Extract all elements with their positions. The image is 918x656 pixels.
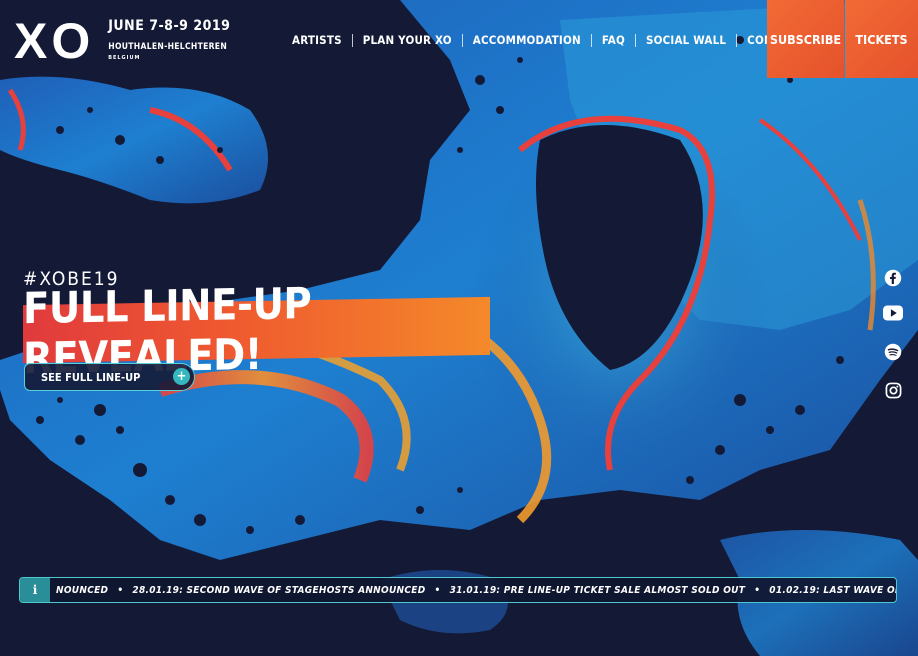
tickets-button[interactable]: TICKETS <box>845 0 918 78</box>
subscribe-button[interactable]: SUBSCRIBE <box>767 0 844 78</box>
nav-divider <box>736 33 738 47</box>
nav-item-artists[interactable]: ARTISTS <box>292 33 342 47</box>
nav-divider <box>461 33 463 47</box>
nav-item-accommodation[interactable]: ACCOMMODATION <box>473 33 581 47</box>
news-ticker[interactable]: i NOUNCED • 28.01.19: SECOND WAVE OF STAGE… <box>19 577 897 603</box>
nav-item-plan-your-xo[interactable]: PLAN YOUR XO <box>363 33 452 47</box>
ticker-item[interactable]: NOUNCED <box>56 585 108 596</box>
facebook-icon[interactable] <box>883 268 903 288</box>
hero-title: FULL LINE-UP REVEALED! <box>23 279 490 384</box>
event-date: JUNE 7-8-9 2019 <box>108 18 231 34</box>
bullet-icon: • <box>434 584 441 596</box>
bullet-icon: • <box>117 584 124 596</box>
event-country: BELGIUM <box>108 55 141 61</box>
ticker-item[interactable]: 01.02.19: LAST WAVE OF STAGEHOSTS ANNOUN… <box>769 585 896 596</box>
event-city: HOUTHALEN-HELCHTEREN <box>108 42 228 52</box>
youtube-icon[interactable] <box>883 303 903 323</box>
main-nav: ARTISTS PLAN YOUR XO ACCOMMODATION FAQ S… <box>292 33 802 47</box>
site-logo[interactable]: XO JUNE 7-8-9 2019 HOUTHALEN-HELCHTEREN … <box>14 16 230 66</box>
plus-icon: + <box>173 368 190 385</box>
nav-divider <box>351 33 353 47</box>
ticker-item[interactable]: 31.01.19: PRE LINE-UP TICKET SALE ALMOST… <box>450 585 746 596</box>
see-line-up-label: SEE FULL LINE-UP <box>41 370 141 384</box>
logo-mark: XO <box>14 13 95 69</box>
see-line-up-button[interactable]: SEE FULL LINE-UP + <box>24 363 195 391</box>
nav-item-faq[interactable]: FAQ <box>602 33 625 47</box>
nav-item-social-wall[interactable]: SOCIAL WALL <box>646 33 726 47</box>
spotify-icon[interactable] <box>883 342 903 362</box>
nav-divider <box>590 33 592 47</box>
bullet-icon: • <box>754 584 761 596</box>
ticker-item[interactable]: 28.01.19: SECOND WAVE OF STAGEHOSTS ANNO… <box>132 585 425 596</box>
ticker-track: NOUNCED • 28.01.19: SECOND WAVE OF STAGEHO… <box>50 585 896 596</box>
instagram-icon[interactable] <box>883 380 903 400</box>
nav-divider <box>634 33 636 47</box>
info-icon: i <box>20 578 50 602</box>
event-info: JUNE 7-8-9 2019 HOUTHALEN-HELCHTEREN BEL… <box>108 18 230 61</box>
